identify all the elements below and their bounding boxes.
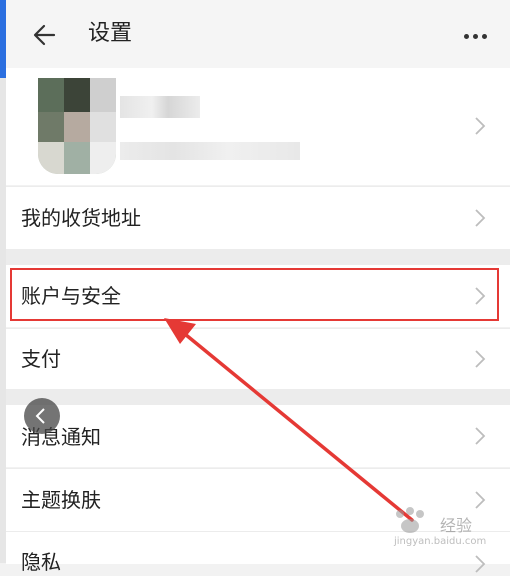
menu-item-label: 隐私 — [21, 550, 61, 574]
section-divider — [6, 249, 510, 265]
section-divider — [6, 389, 510, 405]
profile-card[interactable] — [6, 68, 510, 185]
chevron-right-icon — [475, 209, 486, 227]
watermark-url: jingyan.baidu.com — [394, 536, 487, 547]
chevron-left-icon — [35, 408, 45, 424]
menu-item-payment[interactable]: 支付 — [6, 328, 510, 389]
paw-logo-icon — [396, 507, 424, 533]
avatar[interactable] — [38, 78, 116, 174]
more-dots-icon[interactable] — [464, 24, 496, 44]
arrow-left-icon[interactable] — [30, 20, 60, 50]
chevron-right-icon — [475, 117, 486, 135]
menu-item-label: 主题换肤 — [21, 488, 101, 512]
menu-item-account-security[interactable]: 账户与安全 — [6, 265, 510, 327]
watermark-text: 经验 — [440, 516, 473, 535]
top-bar: 设置 — [6, 0, 510, 68]
chevron-right-icon — [475, 350, 486, 368]
menu-item-label: 支付 — [21, 347, 61, 371]
floating-back-button[interactable] — [24, 398, 60, 434]
menu-item-label: 账户与安全 — [21, 284, 121, 308]
page-title: 设置 — [88, 21, 133, 46]
chevron-right-icon — [475, 555, 486, 573]
watermark: 经验 jingyan.baidu.com — [386, 506, 496, 556]
chevron-right-icon — [475, 427, 486, 445]
menu-item-address[interactable]: 我的收货地址 — [6, 186, 510, 249]
menu-item-label: 我的收货地址 — [21, 206, 141, 230]
profile-name-redacted — [120, 96, 200, 118]
chevron-right-icon — [475, 287, 486, 305]
menu-item-notifications[interactable]: 消息通知 — [6, 405, 510, 467]
profile-subtitle-redacted — [120, 142, 300, 160]
